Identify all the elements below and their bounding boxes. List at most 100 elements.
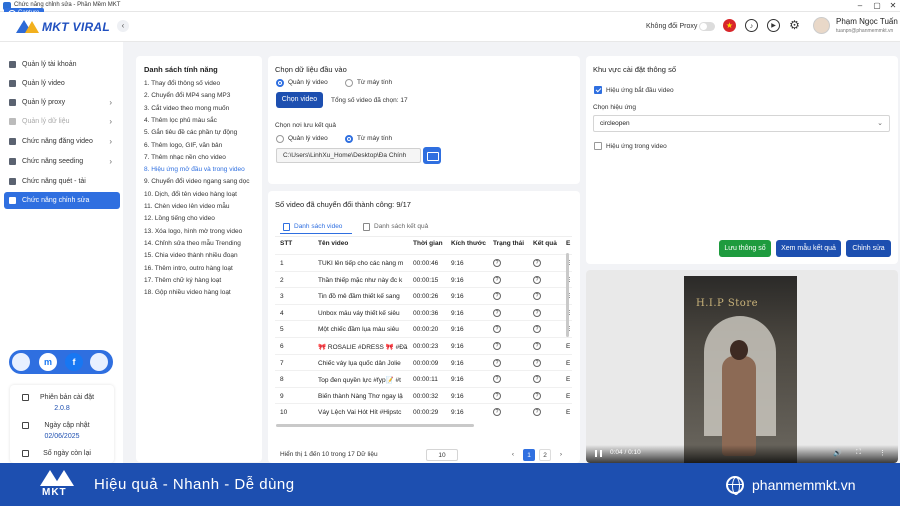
fullscreen-icon[interactable]: ⛶ — [856, 449, 861, 457]
sidebar-item-label: Chức năng chỉnh sửa — [22, 197, 90, 204]
feature-item[interactable]: 12. Lồng tiếng cho video — [144, 215, 215, 222]
brand-logo: MKT VIRAL — [16, 19, 116, 35]
tab-video-list[interactable]: Danh sách video — [280, 220, 352, 234]
feature-item[interactable]: 11. Chèn video lên video mẫu — [144, 203, 230, 210]
collapse-sidebar-button[interactable]: ‹ — [117, 20, 129, 32]
prev-page-button[interactable]: ‹ — [507, 449, 519, 461]
feature-item[interactable]: 13. Xóa logo, hình mờ trong video — [144, 228, 242, 235]
play-icon[interactable]: ▶ — [767, 19, 780, 32]
output-radio-manage[interactable] — [276, 135, 284, 143]
globe-icon[interactable] — [90, 353, 108, 371]
support-icon[interactable] — [12, 353, 30, 371]
table-cell: E — [566, 376, 571, 384]
horizontal-scrollbar[interactable] — [276, 424, 474, 427]
effect-select[interactable]: circleopen ⌄ — [593, 115, 890, 132]
flag-icon[interactable]: ★ — [723, 19, 736, 32]
feature-item[interactable]: 14. Chỉnh sửa theo mẫu Trending — [144, 240, 241, 247]
in-video-effect-checkbox[interactable] — [594, 142, 602, 150]
more-options-icon[interactable]: ⋮ — [879, 449, 886, 457]
sidebar-item-upload[interactable]: Chức năng đăng video › — [4, 133, 120, 150]
table-cell: Thần thiếp mặc như này đc k — [318, 276, 403, 284]
sidebar-item-label: Quản lý dữ liệu — [22, 118, 70, 125]
start-effect-label: Hiệu ứng bắt đầu video — [606, 87, 674, 94]
feature-item[interactable]: 10. Dịch, đổi tên video hàng loạt — [144, 191, 237, 198]
table-row[interactable]: 6 🎀 ROSALIE #DRESS 🎀 #Đầ 00:00:23 9:16?? E — [275, 337, 572, 354]
feature-item[interactable]: 18. Gộp nhiều video hàng loạt — [144, 289, 231, 296]
sidebar-item-label: Chức năng đăng video — [22, 138, 93, 145]
table-row[interactable]: 9 Biến thành Nàng Thơ ngay lậ 00:00:32 9:16… — [275, 386, 572, 404]
table-row[interactable]: 1 TUKI lên tiếp cho các nàng m 00:00:46 9:1… — [275, 254, 572, 271]
edit-button[interactable]: Chỉnh sửa — [846, 240, 891, 257]
preview-result-button[interactable]: Xem mẫu kết quả — [776, 240, 841, 257]
chevron-down-icon: ⌄ — [877, 120, 883, 127]
feature-item[interactable]: 15. Chia video thành nhiều đoạn — [144, 252, 238, 259]
table-header[interactable]: Kết quả — [533, 240, 557, 247]
vertical-scrollbar[interactable] — [566, 253, 569, 337]
sidebar-item-accounts[interactable]: Quản lý tài khoản — [4, 56, 120, 73]
page-1-button[interactable]: 1 — [523, 449, 535, 461]
logo-text: MKT VIRAL — [42, 20, 111, 34]
feature-item[interactable]: 2. Chuyển đổi MP4 sang MP3 — [144, 92, 230, 99]
table-header[interactable]: Kích thước — [451, 240, 486, 247]
maximize-button[interactable]: ▢ — [872, 1, 882, 11]
feature-item[interactable]: 5. Gắn tiêu đề các phần tự động — [144, 129, 237, 136]
next-page-button[interactable]: › — [555, 449, 567, 461]
question-icon: ? — [493, 325, 501, 334]
input-radio-manage[interactable] — [276, 79, 284, 87]
bell-icon[interactable]: ♪ — [745, 19, 758, 32]
table-header[interactable]: Thời gian — [413, 240, 443, 247]
table-header[interactable]: E — [566, 240, 570, 247]
facebook-icon[interactable]: f — [65, 353, 83, 371]
sidebar-item-edit[interactable]: Chức năng chỉnh sửa — [4, 192, 120, 209]
proxy-toggle[interactable] — [699, 22, 715, 31]
page-size-input[interactable] — [426, 449, 458, 461]
sidebar-item-data[interactable]: Quản lý dữ liệu › — [4, 113, 120, 130]
table-row[interactable]: 3 Tin đồ mê đầm thiết kế sang 00:00:26 9:16… — [275, 287, 572, 304]
feature-item[interactable]: 4. Thêm lọc phủ màu sắc — [144, 117, 217, 124]
feature-item[interactable]: 17. Thêm chữ ký hàng loạt — [144, 277, 221, 284]
feature-item[interactable]: 16. Thêm intro, outro hàng loạt — [144, 265, 233, 272]
feature-item[interactable]: 7. Thêm nhạc nền cho video — [144, 154, 226, 161]
gear-icon[interactable]: ⚙ — [788, 19, 801, 32]
table-header[interactable]: Tên video — [318, 240, 348, 247]
table-row[interactable]: 4 Unbox mẫu váy thiết kế siêu 00:00:36 9:16… — [275, 303, 572, 321]
sidebar-item-scan[interactable]: Chức năng quét - tải — [4, 173, 120, 190]
page-2-button[interactable]: 2 — [539, 449, 551, 461]
table-row[interactable]: 2 Thần thiếp mặc như này đc k 00:00:15 9:16… — [275, 270, 572, 288]
video-head-shape — [730, 340, 748, 360]
feature-item[interactable]: 8. Hiệu ứng mở đầu và trong video — [144, 166, 245, 173]
video-icon — [9, 80, 16, 87]
sidebar-item-label: Chức năng quét - tải — [22, 178, 86, 185]
table-row[interactable]: 8 Top đen quyền lực #fyp📝 #t 00:00:11 9:16?… — [275, 370, 572, 387]
window-titlebar: Chức năng chỉnh sửa - Phần Mềm MKT – ▢ ✕ — [0, 0, 900, 12]
avatar[interactable] — [813, 17, 830, 34]
pause-icon[interactable] — [595, 450, 602, 457]
feature-item[interactable]: 6. Thêm logo, GIF, văn bản — [144, 142, 222, 149]
question-icon: ? — [533, 408, 541, 417]
table-header[interactable]: STT — [280, 240, 292, 247]
table-cell: Váy Lệch Vai Hót Hít #Hipstc — [318, 409, 402, 417]
table-row[interactable]: 7 Chiếc váy lụa quốc dân Jolie 00:00:09 9:1… — [275, 353, 572, 371]
output-path-input[interactable] — [276, 148, 421, 163]
table-row[interactable]: 10 Váy Lệch Vai Hót Hít #Hipstc 00:00:29 9:… — [275, 403, 572, 420]
table-header[interactable]: Trạng thái — [493, 240, 524, 247]
folder-icon[interactable] — [423, 147, 441, 164]
input-radio-local[interactable] — [345, 79, 353, 87]
sidebar-item-videos[interactable]: Quản lý video — [4, 75, 120, 92]
feature-item[interactable]: 1. Thay đổi thông số video — [144, 80, 220, 87]
feature-item[interactable]: 9. Chuyển đổi video ngang sang dọc — [144, 178, 250, 185]
save-settings-button[interactable]: Lưu thông số — [719, 240, 771, 257]
sidebar-item-seeding[interactable]: Chức năng seeding › — [4, 153, 120, 170]
choose-video-button[interactable]: Chọn video — [276, 92, 323, 108]
tab-result-list[interactable]: Danh sách kết quả — [360, 220, 436, 234]
close-button[interactable]: ✕ — [888, 1, 898, 11]
minimize-button[interactable]: – — [855, 1, 865, 11]
table-row[interactable]: 5 Một chiếc đầm lụa màu siêu 00:00:20 9:16?… — [275, 320, 572, 337]
video-preview[interactable]: H.I.P Store 0:04 / 0:10 🔊 ⛶ ⋮ — [586, 270, 898, 463]
messenger-icon[interactable]: m — [39, 353, 57, 371]
volume-icon[interactable]: 🔊 — [833, 449, 842, 457]
sidebar-item-proxy[interactable]: Quản lý proxy › — [4, 94, 120, 111]
output-radio-local[interactable] — [345, 135, 353, 143]
feature-item[interactable]: 3. Cắt video theo mong muốn — [144, 105, 229, 112]
start-effect-checkbox[interactable] — [594, 86, 602, 94]
